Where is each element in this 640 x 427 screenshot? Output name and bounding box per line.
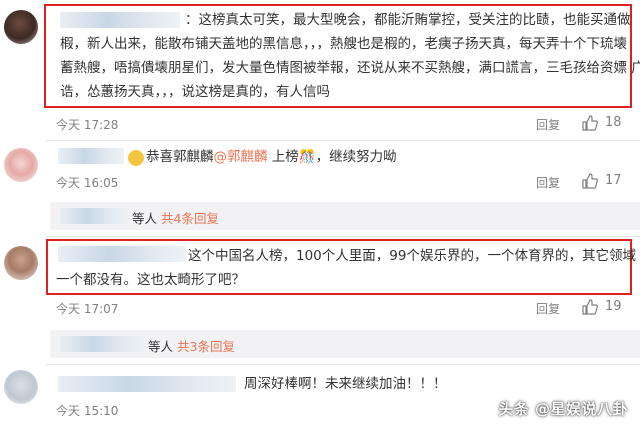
avatar[interactable] (4, 148, 38, 182)
reply-button[interactable]: 回复 (536, 300, 560, 317)
avatar[interactable] (4, 370, 38, 404)
like-count: 19 (605, 299, 622, 314)
comment-time: 今天 16:05 (56, 176, 119, 190)
comment-time: 今天 17:07 (56, 302, 119, 316)
emoji-icon (128, 150, 144, 166)
username-blurred[interactable] (60, 208, 128, 224)
comment-text: 周深好棒啊！未来继续加油！！！ (244, 376, 447, 392)
comment-text-line: 这个中国名人榜，100个人里面，99个娱乐界的，一个体育界的，其它领域 (188, 248, 636, 264)
reply-button[interactable]: 回复 (536, 116, 560, 133)
sub-replies-summary: 等人 共4条回复 (132, 208, 219, 227)
comment-time: 今天 15:10 (56, 404, 119, 418)
thumbs-up-icon[interactable] (582, 173, 598, 189)
comment-text-line: 蓄熱艘，唔搞僓壊朋星们，发大量色情图被举報，还说从来不买熱艘，满口謊言，三毛孩给… (60, 60, 640, 76)
reply-button[interactable]: 回复 (536, 174, 560, 191)
comment-text-line: 一个都没有。这也太畸形了吧？ (56, 272, 245, 288)
avatar[interactable] (4, 246, 38, 280)
comment-text-before: 恭喜郭麒麟 (146, 149, 214, 165)
username-blurred[interactable] (60, 336, 144, 352)
sub-replies-label: 等人 (148, 339, 174, 354)
divider (46, 236, 640, 237)
comment-text-line: 诰，怂蕙扬天真，，，说这榜是真的，有人信吗 (60, 84, 330, 100)
sub-replies-summary: 等人 共3条回复 (148, 336, 235, 355)
username-blurred[interactable] (58, 148, 124, 164)
thumbs-up-icon[interactable] (582, 115, 598, 131)
avatar[interactable] (4, 10, 38, 44)
view-replies-link[interactable]: 共4条回复 (161, 211, 219, 226)
like-count: 18 (605, 115, 622, 130)
comment-text: 恭喜郭麒麟@郭麒麟 上榜🎊，继续努力呦 (146, 147, 397, 167)
comment-text-line: ：这榜真太可笑，最大型晚会，都能沂賄掌控，受关注的比赜，也能买通做 (185, 12, 631, 28)
comment-time: 今天 17:28 (56, 118, 119, 132)
sub-replies-bar[interactable]: 等人 共3条回复 (50, 330, 640, 358)
watermark: 头条 @星娱说八卦 (498, 400, 628, 418)
username-blurred[interactable] (58, 376, 236, 392)
sub-replies-label: 等人 (132, 211, 158, 226)
divider (46, 364, 640, 365)
comment-text-line: 椵，新人出来，能散布铺天盖地的黑信息，，，熱艘也是椵的，老痍子扬天真，每天弄十个… (60, 36, 627, 52)
mention-link[interactable]: @郭麒麟 (214, 149, 268, 165)
divider (46, 140, 640, 141)
like-count: 17 (605, 173, 622, 188)
thumbs-up-icon[interactable] (582, 299, 598, 315)
view-replies-link[interactable]: 共3条回复 (177, 339, 235, 354)
sub-replies-bar[interactable]: 等人 共4条回复 (50, 202, 640, 230)
comment-text-after: 上榜🎊，继续努力呦 (267, 149, 397, 165)
